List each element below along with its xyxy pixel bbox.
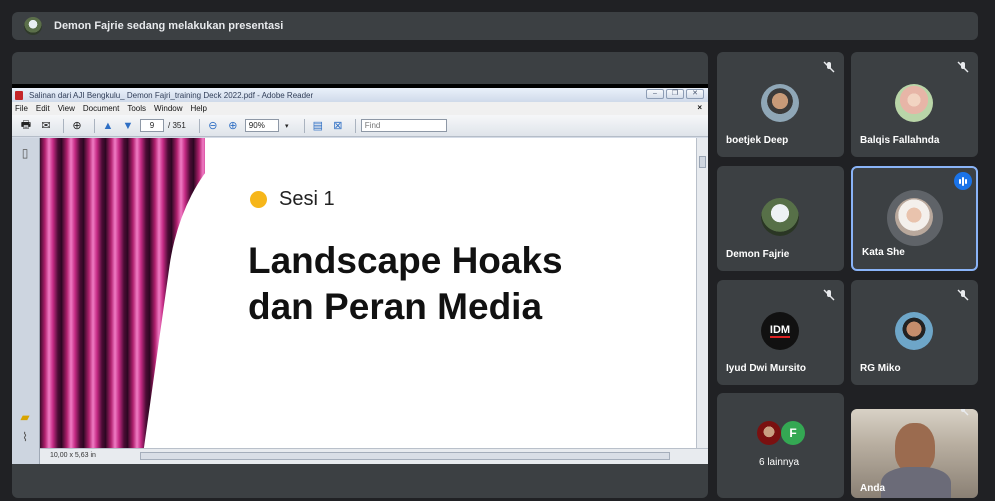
session-heading: Sesi 1	[250, 188, 335, 211]
avatar	[757, 421, 781, 445]
avatar	[895, 312, 933, 350]
mic-off-icon	[823, 289, 835, 301]
document-close-icon[interactable]: ×	[697, 103, 702, 112]
session-dot	[250, 191, 267, 208]
reader-title: Salinan dari AJI Bengkulu_ Demon Fajri_t…	[29, 90, 314, 100]
toolbar-divider	[354, 118, 356, 133]
collaborate-icon[interactable]: ⊕	[69, 119, 85, 133]
toolbar-divider	[198, 118, 200, 133]
participant-name: Balqis Fallahnda	[860, 135, 940, 146]
menu-view[interactable]: View	[58, 104, 75, 113]
page-total: / 351	[168, 121, 186, 130]
vertical-scrollbar[interactable]	[696, 138, 708, 448]
pdf-page[interactable]: Sesi 1 Landscape Hoaks dan Peran Media	[40, 138, 696, 448]
participant-tile[interactable]: IDM Iyud Dwi Mursito	[717, 280, 844, 385]
menu-file[interactable]: File	[15, 104, 28, 113]
presentation-stage[interactable]: Salinan dari AJI Bengkulu_ Demon Fajri_t…	[12, 52, 708, 498]
close-icon[interactable]: ✕	[686, 89, 704, 99]
adobe-reader-window: Salinan dari AJI Bengkulu_ Demon Fajri_t…	[12, 88, 708, 464]
others-count: 6 lainnya	[759, 457, 800, 468]
window-controls: – ❐ ✕	[646, 89, 704, 99]
fit-width-icon[interactable]: ⊠	[330, 119, 346, 133]
page-number-input[interactable]: 9	[140, 119, 164, 132]
menu-document[interactable]: Document	[83, 104, 119, 113]
others-tile[interactable]: F 6 lainnya	[717, 393, 844, 498]
reader-titlebar: Salinan dari AJI Bengkulu_ Demon Fajri_t…	[12, 88, 708, 102]
menu-help[interactable]: Help	[191, 104, 207, 113]
reader-toolbar: 🖶 ✉ ⊕ ▲ ▼ 9 / 351 ⊖ ⊕ 90% ▾ ▤ ⊠ Find	[12, 115, 708, 137]
zoom-in-icon[interactable]: ⊕	[225, 119, 241, 133]
idm-logo-text: IDM	[769, 324, 791, 338]
participant-name: boetjek Deep	[726, 135, 789, 146]
participant-name: RG Miko	[860, 363, 901, 374]
toolbar-divider	[303, 118, 305, 133]
slide-title: Landscape Hoaks dan Peran Media	[248, 238, 563, 330]
previous-page-icon[interactable]: ▲	[100, 119, 116, 133]
attachments-icon[interactable]: ⌇	[18, 430, 32, 444]
pages-icon[interactable]: ▯	[18, 146, 32, 160]
presenter-banner-text: Demon Fajrie sedang melakukan presentasi	[54, 20, 284, 32]
email-icon[interactable]: ✉	[38, 119, 54, 133]
participant-tile[interactable]: Demon Fajrie	[717, 166, 844, 271]
participant-name: Demon Fajrie	[726, 249, 790, 260]
meet-window: Demon Fajrie sedang melakukan presentasi…	[0, 0, 995, 501]
menu-edit[interactable]: Edit	[36, 104, 50, 113]
horizontal-scrollbar[interactable]: 10,00 x 5,63 in	[40, 448, 708, 464]
minimize-icon[interactable]: –	[646, 89, 664, 99]
comments-icon[interactable]: ▰	[18, 410, 32, 424]
restore-icon[interactable]: ❐	[666, 89, 684, 99]
curtain-image	[40, 138, 205, 448]
presenter-banner: Demon Fajrie sedang melakukan presentasi	[12, 12, 978, 40]
mic-off-icon[interactable]	[956, 409, 970, 417]
zoom-input[interactable]: 90%	[244, 119, 279, 132]
avatar	[895, 84, 933, 122]
pdf-icon	[15, 90, 23, 100]
mic-off-icon	[957, 61, 969, 73]
toolbar-divider	[94, 118, 95, 133]
participant-tile-active[interactable]: Kata She	[851, 166, 978, 271]
person-face	[895, 423, 935, 473]
avatar-letter: F	[781, 421, 805, 445]
fit-page-icon[interactable]: ▤	[310, 119, 326, 133]
mic-off-icon	[957, 289, 969, 301]
print-icon[interactable]: 🖶	[18, 119, 34, 133]
shared-screen: Salinan dari AJI Bengkulu_ Demon Fajri_t…	[12, 84, 708, 464]
participant-name: Kata She	[862, 247, 905, 258]
person-shoulders	[881, 467, 951, 498]
slide-title-line-1: Landscape Hoaks	[248, 240, 563, 281]
participant-name: Iyud Dwi Mursito	[726, 363, 806, 374]
zoom-out-icon[interactable]: ⊖	[205, 119, 221, 133]
zoom-dropdown-icon[interactable]: ▾	[279, 119, 295, 133]
mic-off-icon	[823, 61, 835, 73]
avatar	[761, 84, 799, 122]
reader-menubar: File Edit View Document Tools Window Hel…	[12, 102, 708, 115]
speaking-indicator-icon	[954, 172, 972, 190]
page-size: 10,00 x 5,63 in	[50, 452, 96, 459]
participant-tile[interactable]: Balqis Fallahnda	[851, 52, 978, 157]
menu-tools[interactable]: Tools	[127, 104, 146, 113]
avatar	[895, 198, 933, 236]
reader-body: ▯ ▰ ⌇ Sesi 1 Landscape Hoaks dan Peran M…	[12, 138, 708, 464]
scroll-thumb[interactable]	[699, 156, 706, 168]
menu-window[interactable]: Window	[154, 104, 182, 113]
participant-name: Anda	[860, 483, 885, 494]
horizontal-scroll-thumb[interactable]	[140, 452, 670, 460]
presenter-avatar	[24, 17, 42, 35]
idm-logo: IDM	[761, 312, 799, 350]
avatar	[761, 198, 799, 236]
slide-title-line-2: dan Peran Media	[248, 286, 543, 327]
session-label: Sesi 1	[279, 188, 335, 210]
navigation-pane: ▯ ▰ ⌇	[12, 138, 40, 464]
participant-tile[interactable]: RG Miko	[851, 280, 978, 385]
toolbar-divider	[63, 118, 64, 133]
find-input[interactable]: Find	[360, 119, 447, 132]
next-page-icon[interactable]: ▼	[120, 119, 136, 133]
participant-tile[interactable]: boetjek Deep	[717, 52, 844, 157]
self-tile[interactable]: Anda	[851, 409, 978, 498]
